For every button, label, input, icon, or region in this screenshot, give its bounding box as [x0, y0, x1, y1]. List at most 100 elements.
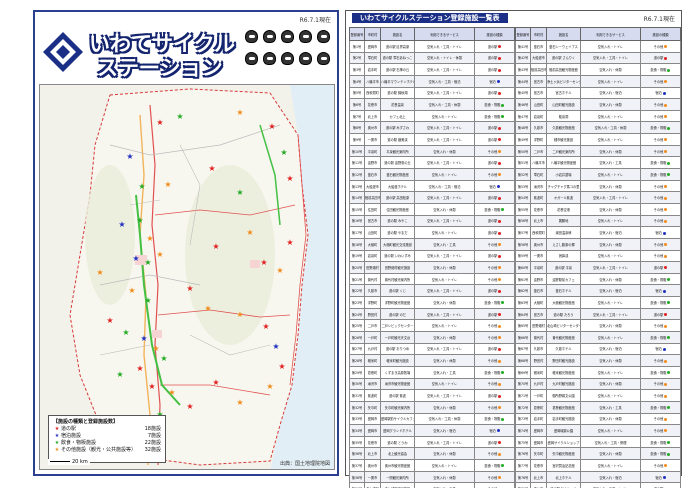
cell-text: 道の駅 平泉 — [555, 265, 572, 270]
cell-text: 第71号 — [517, 394, 529, 399]
cell-text: 盛岡グランドホテル — [383, 428, 412, 433]
table-cell: 第22号 — [349, 284, 365, 298]
table-cell: 第48号 — [515, 121, 531, 135]
table-row: 第2号 雫石町 道の駅 雫石あねっこ 空気入れ・トイレ・休憩 道の駅 — [349, 51, 515, 65]
table-cell: 花巻市 — [530, 202, 547, 216]
cell-text: 種市観光施設 — [553, 137, 574, 142]
updated-date: R6.7.1現在 — [299, 17, 331, 24]
table-cell: 空気入れ・休憩 — [414, 447, 475, 461]
table-cell: 空気入れ・工具・休憩 — [414, 412, 475, 426]
cell-text: 宿泊 — [489, 184, 496, 189]
table-cell: 空気入れ・宿泊 — [580, 226, 641, 239]
table-cell: 久慈市 — [530, 342, 547, 356]
table-cell: 第53号 — [515, 179, 531, 193]
legend-label: その他施設（観光・公共施設等） — [61, 447, 137, 453]
table-cell: 大船渡市 — [364, 179, 381, 193]
table-cell: 空気入れ・トイレ — [580, 214, 641, 228]
cell-text: 宮古市 — [533, 91, 544, 96]
cell-text: 洋野町 — [367, 300, 378, 305]
cell-text: 一関市 — [367, 475, 378, 480]
cell-text: 盛岡市 — [367, 428, 378, 433]
table-cell: 陸前高田市 — [530, 63, 547, 76]
cell-text: 空気入れ・工具・宿泊 — [428, 79, 461, 84]
table-header-row: 登録番号 市町村 施設名 利用できるサービス 施設の種類 — [349, 27, 515, 41]
cell-text: 陸前高田市 — [531, 68, 547, 73]
table-cell: 野田村 — [530, 354, 547, 367]
cell-text: 奥州市 — [533, 242, 544, 247]
type-dot-icon — [664, 80, 668, 84]
table-cell: 道の駅 おうしゅう — [546, 482, 581, 488]
cell-text: 空気入れ・工具・休憩 — [428, 103, 461, 108]
table-cell: 空気入れ・工具・トイレ — [414, 86, 475, 100]
cell-text: 遠野駅前カフェ — [552, 277, 575, 282]
table-cell: 空気入れ・トイレ — [580, 459, 641, 472]
table-cell: 空気入れ・工具・トイレ — [580, 261, 641, 274]
cell-text: 空気入れ・工具・トイレ — [426, 254, 463, 259]
iwate-map[interactable]: ★ ★ ★ ★ ★ ★ ★ ★ ★ ★ ★ ★ ★ ★ ★ ★ ★ ★ ★ ★ — [39, 84, 335, 470]
table-cell: 空気入れ・休憩 — [414, 261, 475, 274]
cell-text: 矢巾町 — [367, 405, 378, 410]
type-dot-icon — [667, 173, 671, 177]
type-dot-icon — [498, 150, 502, 154]
table-cell: 岩手町観光施設 — [546, 412, 581, 426]
map-scale: 20 km — [48, 459, 90, 465]
table-cell: 第51号 — [515, 156, 531, 170]
table-cell: 道の駅 — [640, 307, 681, 321]
cell-text: その他 — [487, 359, 498, 364]
type-dot-icon — [664, 103, 668, 107]
type-dot-icon — [501, 417, 505, 421]
cell-text: 北上市 — [367, 114, 378, 119]
cell-text: 一戸町観光天文台 — [384, 335, 411, 340]
cell-text: 山田町観光施設 — [552, 103, 575, 108]
table-cell: 第52号 — [515, 168, 531, 181]
cell-text: 第72号 — [517, 405, 529, 410]
table-row: 第56号 北上市 展勝地 空気入れ・トイレ その他 — [515, 214, 681, 228]
cell-text: 葛巻観光物産館 — [552, 405, 575, 410]
table-row: 第31号 紫波町 道の駅 紫波 空気入れ・工具・トイレ 道の駅 — [349, 389, 515, 402]
cell-text: 岩泉町 — [533, 114, 544, 119]
cell-text: 宮古市 — [533, 312, 544, 317]
table-cell: その他 — [474, 144, 515, 158]
cell-text: 飲食・物販 — [484, 114, 501, 119]
cell-text: 空気入れ・工具・トイレ — [426, 440, 463, 445]
table-cell: 滝沢市 — [364, 377, 381, 391]
type-dot-icon — [664, 208, 668, 212]
table-cell: 紫波町 — [530, 191, 547, 204]
cell-text: 一関市 — [367, 137, 378, 142]
table-cell: 田野畑村 — [364, 261, 381, 274]
cell-text: 大船渡市 — [532, 56, 545, 61]
table-cell: 第43号 — [515, 63, 531, 76]
legend-title: 【施設の種類と登録施設数】 — [53, 419, 119, 425]
svg-text:★: ★ — [236, 188, 243, 197]
table-row: 第77号 花巻市 宮沢賢治記念館 空気入れ・トイレ その他 — [515, 459, 681, 472]
table-cell: 第16号 — [349, 214, 365, 228]
cell-text: 空気入れ・休憩 — [433, 300, 456, 305]
table-row: 第32号 矢巾町 矢巾町観光案内所 空気入れ・休憩 その他 — [349, 400, 515, 414]
cell-text: その他 — [653, 382, 664, 387]
table-cell: 花巻温泉 — [380, 98, 415, 111]
scale-bar — [50, 461, 70, 462]
cell-text: 空気入れ・工具・トイレ — [592, 196, 629, 201]
table-cell: 第28号 — [349, 354, 365, 367]
type-dot-icon — [664, 266, 668, 270]
table-cell: 空気入れ・休憩 — [414, 202, 475, 216]
table-cell: 軽米町観光施設 — [380, 354, 415, 367]
table-cell: 宮沢賢治記念館 — [546, 459, 581, 472]
table-cell: 第71号 — [515, 389, 531, 402]
cell-text: 第35号 — [351, 440, 363, 445]
table-cell: 陸前高田市 — [364, 191, 381, 204]
table-cell: 北上観光協会 — [380, 447, 415, 461]
table-row: 第37号 奥州市 奥州市観光物産館 空気入れ・トイレ 飲食・物販 — [349, 459, 515, 472]
cell-text: 第49号 — [517, 137, 529, 142]
cell-text: 第76号 — [517, 452, 529, 457]
table-row: 第5号 西和賀町 道の駅 錦秋湖 空気入れ・工具・トイレ 道の駅 — [349, 86, 515, 100]
table-cell: その他 — [474, 261, 515, 274]
table-cell: 花巻空港 — [546, 202, 581, 216]
cell-text: 第7号 — [352, 114, 362, 119]
cell-text: その他 — [653, 417, 664, 422]
cell-text: 飲食・物販 — [650, 126, 667, 131]
cell-text: 空気入れ・休憩 — [433, 452, 456, 457]
cell-text: 盛岡市 — [533, 428, 544, 433]
table-cell: 宮古市 — [364, 214, 381, 228]
cell-text: 空気入れ・休憩 — [433, 207, 456, 212]
